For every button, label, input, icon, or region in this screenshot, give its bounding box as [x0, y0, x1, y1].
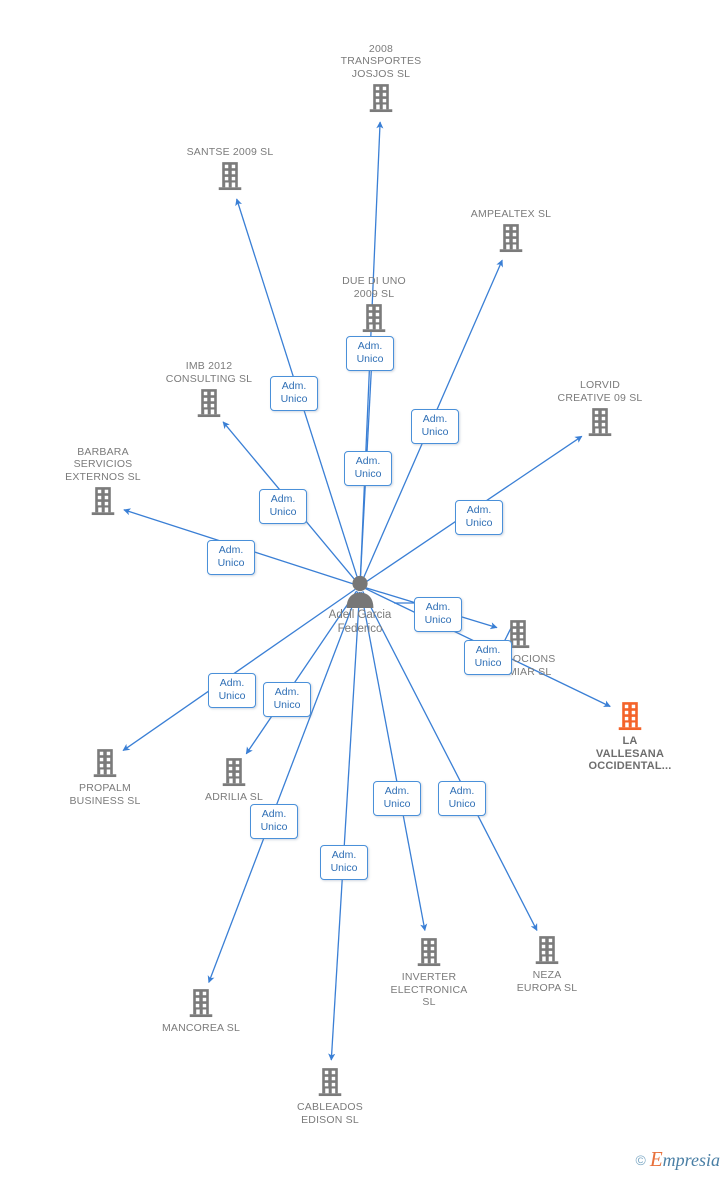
company-label: 2008 TRANSPORTES JOSJOS SL [340, 42, 422, 80]
relation-badge-badge-transportes[interactable]: Adm. Unico [344, 451, 392, 486]
building-icon [170, 160, 290, 192]
building-icon [314, 302, 434, 334]
company-node-imb-2012[interactable]: IMB 2012 CONSULTING SL [149, 360, 269, 419]
building-icon [369, 936, 489, 968]
relation-badge-badge-due-di-uno[interactable]: Adm. Unico [346, 336, 394, 371]
company-node-lorvid[interactable]: LORVID CREATIVE 09 SL [540, 379, 660, 438]
watermark-brand: Empresia [649, 1147, 720, 1171]
company-node-adrilia[interactable]: ADRILIA SL [174, 756, 294, 804]
edge-to-cableados-edison [328, 591, 361, 1061]
company-label: MANCOREA SL [161, 1022, 241, 1034]
relation-badge-badge-ampealtex[interactable]: Adm. Unico [455, 500, 503, 535]
company-label: LORVID CREATIVE 09 SL [557, 379, 643, 404]
company-label: ADRILIA SL [204, 791, 264, 803]
building-icon [321, 82, 441, 114]
relation-badge-badge-adrilia[interactable]: Adm. Unico [263, 682, 311, 717]
company-node-cableados-edison[interactable]: CABLEADOS EDISON SL [270, 1066, 390, 1126]
relation-badge-badge-barbara[interactable]: Adm. Unico [207, 540, 255, 575]
building-icon [174, 756, 294, 788]
person-node[interactable]: Adell Garcia Federico [290, 574, 430, 636]
relation-badge-badge-imb[interactable]: Adm. Unico [259, 489, 307, 524]
building-icon [43, 485, 163, 517]
company-label: DUE DI UNO 2009 SL [342, 275, 406, 300]
company-label: LA VALLESANA OCCIDENTAL... [588, 735, 672, 772]
person-icon [290, 574, 430, 608]
building-icon [487, 934, 607, 966]
company-label: CABLEADOS EDISON SL [297, 1101, 363, 1126]
company-node-la-vallesana[interactable]: LA VALLESANA OCCIDENTAL... [570, 700, 690, 773]
company-label: SANTSE 2009 SL [186, 145, 274, 158]
building-icon [149, 387, 269, 419]
company-node-inverter-electronica[interactable]: INVERTER ELECTRONICA SL [369, 936, 489, 1009]
building-icon [270, 1066, 390, 1098]
company-label: IMB 2012 CONSULTING SL [165, 360, 253, 385]
building-icon [540, 406, 660, 438]
building-icon [570, 700, 690, 732]
company-node-ampealtex[interactable]: AMPEALTEX SL [451, 208, 571, 255]
watermark: © Empresia [636, 1147, 721, 1172]
company-node-santse-2009[interactable]: SANTSE 2009 SL [170, 146, 290, 193]
relation-badge-badge-lorvid[interactable]: Adm. Unico [411, 409, 459, 444]
building-icon [451, 222, 571, 254]
company-node-due-di-uno[interactable]: DUE DI UNO 2009 SL [314, 275, 434, 334]
company-node-mancorea[interactable]: MANCOREA SL [141, 987, 261, 1035]
relation-badge-badge-vallesana[interactable]: Adm. Unico [464, 640, 512, 675]
relation-badge-badge-santse[interactable]: Adm. Unico [270, 376, 318, 411]
company-label: AMPEALTEX SL [470, 207, 552, 220]
relation-badge-badge-cableados[interactable]: Adm. Unico [320, 845, 368, 880]
relation-badge-badge-inverter[interactable]: Adm. Unico [373, 781, 421, 816]
company-node-propalm[interactable]: PROPALM BUSINESS SL [45, 747, 165, 807]
relation-badge-badge-neza[interactable]: Adm. Unico [438, 781, 486, 816]
building-icon [141, 987, 261, 1019]
edge-to-inverter-electronica [360, 591, 428, 932]
company-node-neza-europa[interactable]: NEZA EUROPA SL [487, 934, 607, 994]
copyright-icon: © [635, 1151, 646, 1168]
company-node-transportes-josjos[interactable]: 2008 TRANSPORTES JOSJOS SL [321, 43, 441, 115]
building-icon [45, 747, 165, 779]
company-label: BARBARA SERVICIOS EXTERNOS SL [65, 445, 141, 483]
company-node-barbara[interactable]: BARBARA SERVICIOS EXTERNOS SL [43, 446, 163, 518]
relation-badge-badge-propalm[interactable]: Adm. Unico [208, 673, 256, 708]
org-chart-canvas: 2008 TRANSPORTES JOSJOS SL SANTSE 2009 SL… [0, 0, 728, 1180]
company-label: PROPALM BUSINESS SL [69, 782, 141, 807]
company-label: INVERTER ELECTRONICA SL [390, 971, 468, 1008]
relation-badge-badge-mancorea[interactable]: Adm. Unico [250, 804, 298, 839]
company-label: NEZA EUROPA SL [516, 969, 578, 994]
person-label: Adell Garcia Federico [328, 609, 392, 635]
